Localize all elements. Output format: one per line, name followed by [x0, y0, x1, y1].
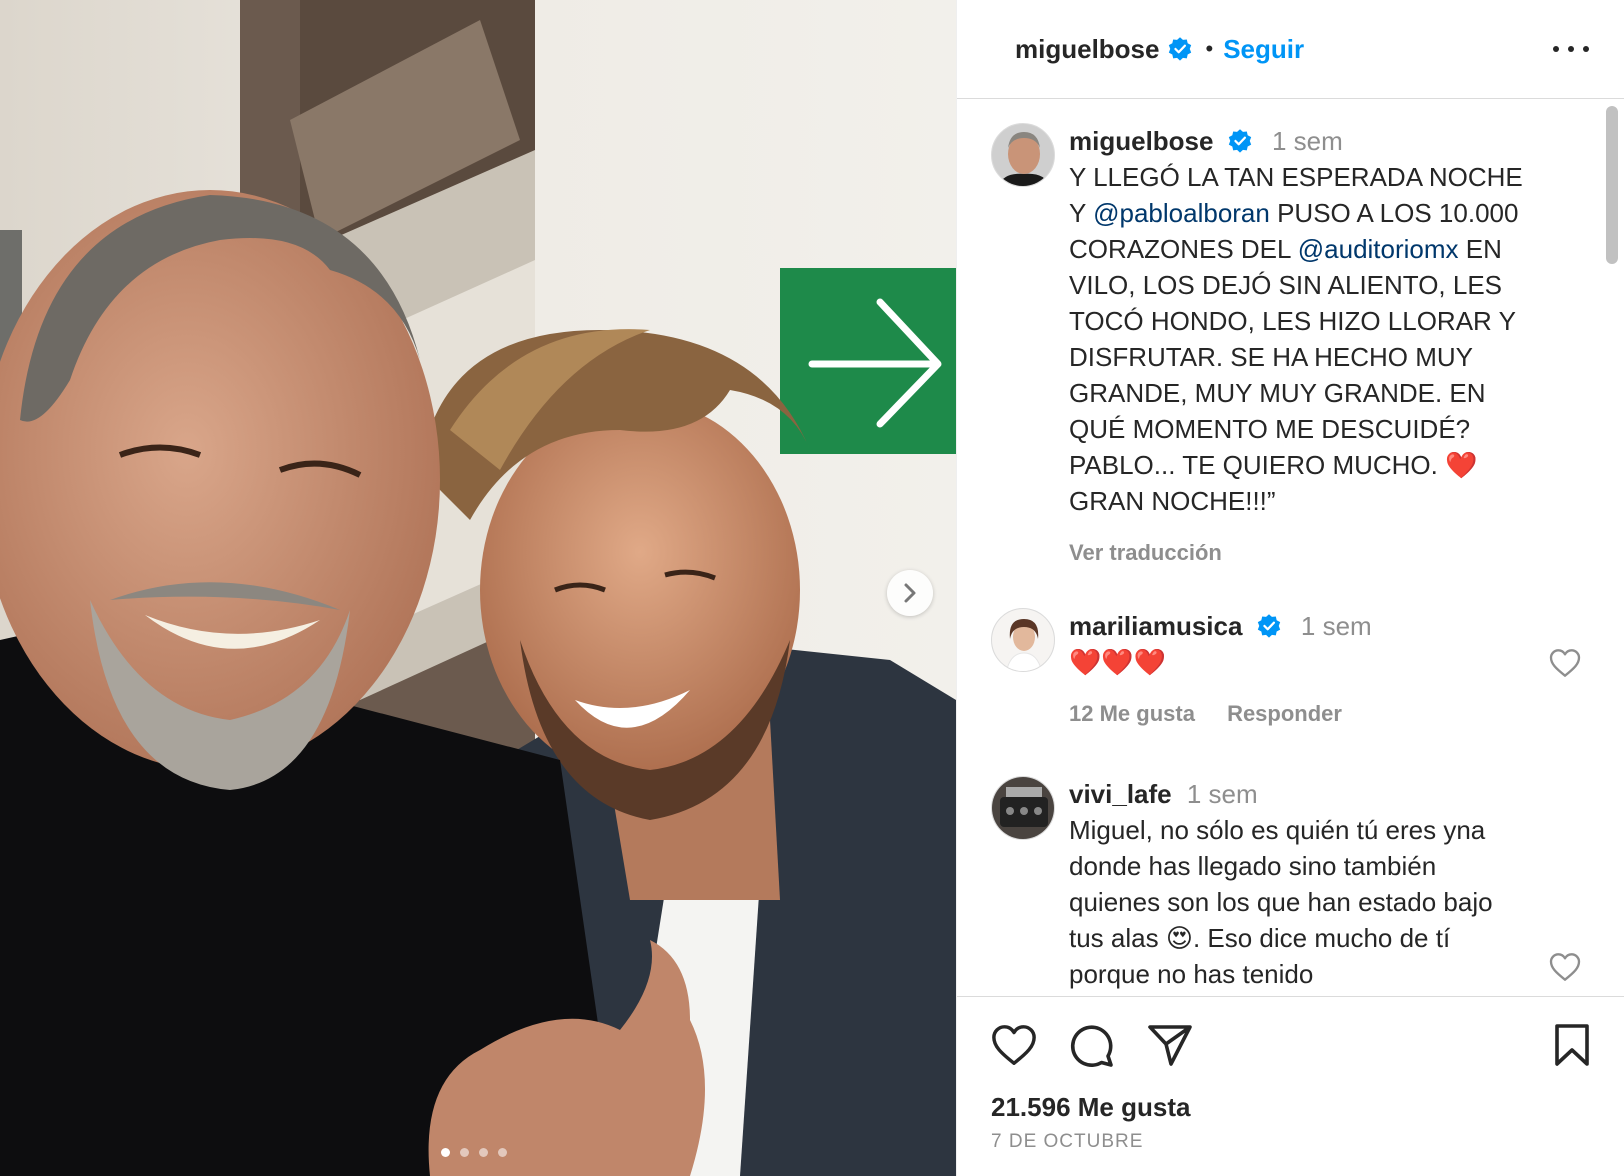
caption-line: Y LLEGÓ LA TAN ESPERADA NOCHE	[1069, 162, 1523, 192]
paper-plane-icon[interactable]	[1147, 1023, 1193, 1067]
reply-button[interactable]: Responder	[1227, 701, 1342, 726]
caption-fragment: PUSO A LOS 10.000	[1269, 198, 1519, 228]
mention-link[interactable]: @pabloalboran	[1093, 198, 1270, 228]
post-date[interactable]: 7 DE OCTUBRE	[991, 1131, 1143, 1153]
more-options-icon	[1568, 46, 1574, 52]
caption-line: DISFRUTAR. SE HA HECHO MUY	[1069, 342, 1474, 372]
commenter-avatar-image	[992, 777, 1054, 839]
action-bar	[991, 1023, 1591, 1071]
comment-likes-count[interactable]: 12 Me gusta	[1069, 701, 1195, 726]
more-options-icon	[1583, 46, 1589, 52]
carousel-dot	[460, 1148, 469, 1157]
verified-badge-icon	[1257, 614, 1280, 638]
carousel-dot	[479, 1148, 488, 1157]
carousel-indicator	[441, 1148, 507, 1157]
likes-count[interactable]: 21.596 Me gusta	[991, 1092, 1190, 1123]
comment-item: mariliamusica 1 sem ❤️❤️❤️ 12 Me gusta R…	[991, 608, 1581, 732]
follow-button[interactable]: Seguir	[1223, 34, 1304, 65]
more-options-button[interactable]	[1553, 34, 1589, 64]
caption-fragment: Y	[1069, 198, 1094, 228]
comment-meta: 12 Me gusta Responder	[1069, 696, 1581, 732]
comment-text: Miguel, no sólo es quién tú eres yna don…	[1069, 812, 1509, 992]
carousel-dot	[441, 1148, 450, 1157]
header-separator: •	[1205, 36, 1214, 61]
more-options-icon	[1553, 46, 1559, 52]
author-username[interactable]: miguelbose	[1015, 34, 1159, 65]
caption-line: GRANDE, MUY MUY GRANDE. EN	[1069, 378, 1486, 408]
post-photo[interactable]	[0, 0, 956, 1176]
comment-username[interactable]: mariliamusica	[1069, 611, 1242, 641]
comment-item: vivi_lafe 1 sem Miguel, no sólo es quién…	[991, 776, 1581, 992]
carousel-next-button[interactable]	[887, 570, 933, 616]
comment-bubble-icon[interactable]	[1069, 1023, 1115, 1069]
comments-scrollbar[interactable]	[1606, 106, 1618, 264]
verified-badge-icon	[1169, 37, 1192, 61]
comment-timestamp[interactable]: 1 sem	[1187, 779, 1258, 809]
caption-line: TOCÓ HONDO, LES HIZO LLORAR Y	[1069, 306, 1516, 336]
heart-icon[interactable]	[1549, 952, 1581, 982]
author-avatar-image	[992, 124, 1054, 186]
caption-fragment: CORAZONES DEL	[1069, 234, 1298, 264]
comment-text: ❤️❤️❤️	[1069, 647, 1167, 677]
carousel-dot	[498, 1148, 507, 1157]
caption-timestamp[interactable]: 1 sem	[1272, 126, 1343, 156]
comment-username[interactable]: vivi_lafe	[1069, 779, 1172, 809]
caption-text: Y LLEGÓ LA TAN ESPERADA NOCHE Y @pabloal…	[1069, 159, 1569, 519]
post-footer: 21.596 Me gusta 7 DE OCTUBRE	[957, 996, 1624, 1176]
caption-line: CORAZONES DEL @auditoriomx EN	[1069, 231, 1569, 267]
heart-icon[interactable]	[991, 1023, 1037, 1067]
chevron-right-icon	[904, 583, 916, 603]
post-side-panel: miguelbose • Seguir miguelbose 1 sem Y L…	[956, 0, 1624, 1176]
caption: miguelbose 1 sem Y LLEGÓ LA TAN ESPERADA…	[991, 123, 1581, 571]
caption-line: VILO, LOS DEJÓ SIN ALIENTO, LES	[1069, 270, 1503, 300]
caption-line: QUÉ MOMENTO ME DESCUIDÉ?	[1069, 414, 1471, 444]
caption-fragment: EN	[1458, 234, 1502, 264]
bookmark-icon[interactable]	[1553, 1023, 1591, 1067]
mention-link[interactable]: @auditoriomx	[1298, 234, 1459, 264]
see-translation-button[interactable]: Ver traducción	[1069, 535, 1581, 571]
avatar[interactable]	[991, 123, 1055, 187]
heart-icon[interactable]	[1549, 648, 1581, 678]
photo-scene	[0, 0, 956, 1176]
caption-line: Y @pabloalboran PUSO A LOS 10.000	[1069, 195, 1569, 231]
emoji: 😍	[1165, 923, 1193, 953]
avatar[interactable]	[991, 608, 1055, 672]
verified-badge-icon	[1228, 129, 1251, 153]
post-header: miguelbose • Seguir	[957, 0, 1624, 99]
avatar[interactable]	[991, 776, 1055, 840]
caption-username[interactable]: miguelbose	[1069, 126, 1213, 156]
caption-line: PABLO... TE QUIERO MUCHO. ❤️	[1069, 450, 1478, 480]
commenter-avatar-image	[992, 609, 1054, 671]
caption-line: GRAN NOCHE!!!”	[1069, 486, 1276, 516]
comments-area[interactable]: miguelbose 1 sem Y LLEGÓ LA TAN ESPERADA…	[957, 100, 1624, 995]
comment-timestamp[interactable]: 1 sem	[1301, 611, 1372, 641]
